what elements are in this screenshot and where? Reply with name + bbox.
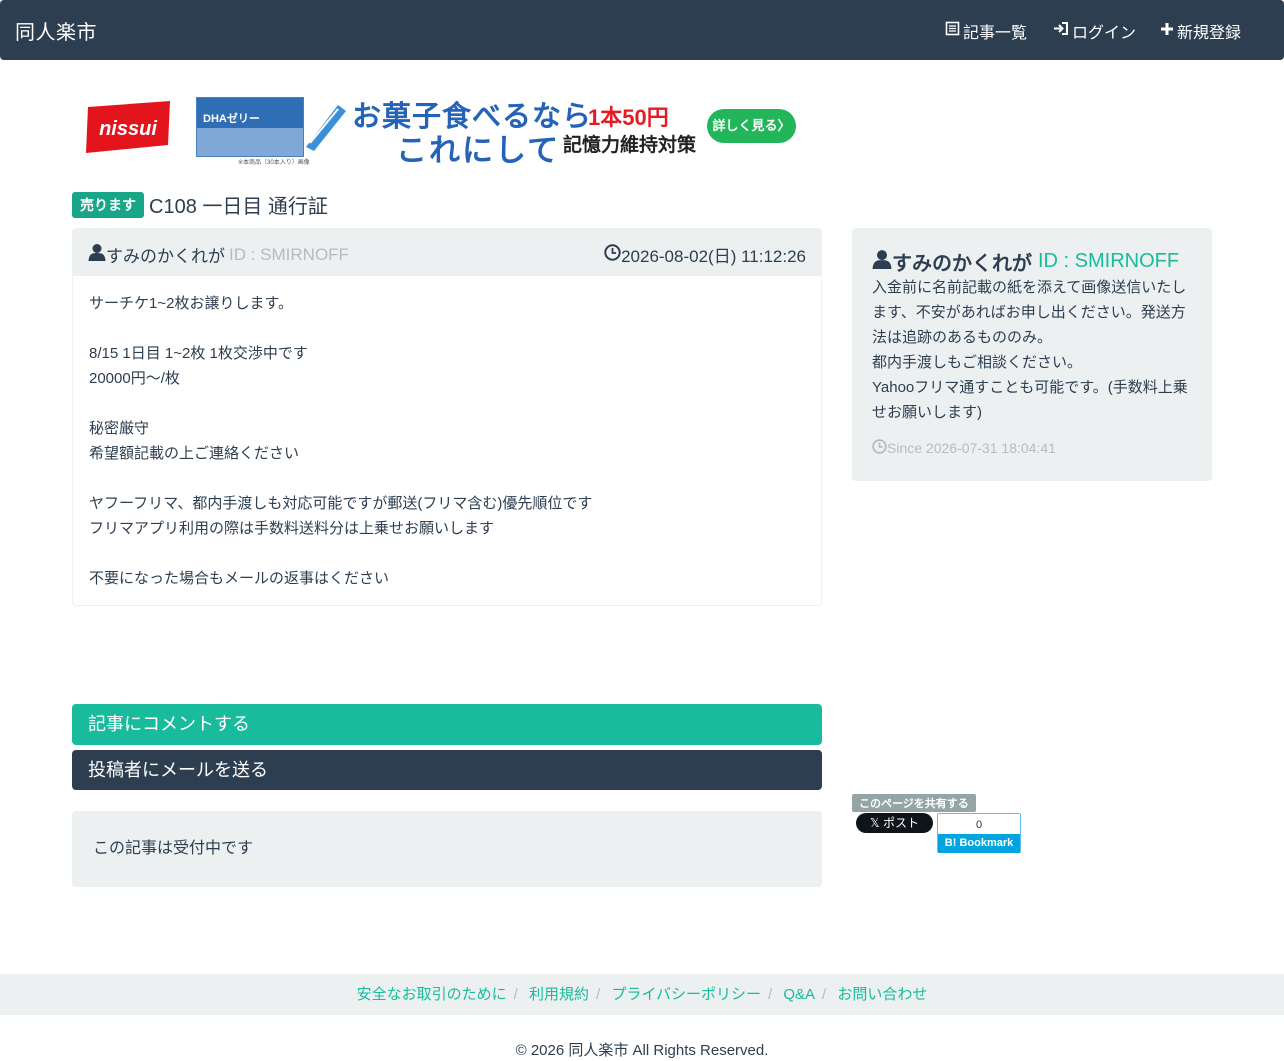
ad-price: 1本50円 xyxy=(588,105,669,130)
clock-icon xyxy=(872,439,887,457)
ad-subtitle: 記憶力維持対策 xyxy=(563,135,697,156)
profile-since-text: Since 2026-07-31 18:04:41 xyxy=(887,440,1056,456)
plus-icon xyxy=(1160,22,1174,41)
ad-product-label: DHAゼリー xyxy=(203,113,260,125)
post-body-line: フリマアプリ利用の際は手数料送料分は上乗せお願いします xyxy=(89,520,495,537)
nav-articles-link[interactable]: 記事一覧 xyxy=(945,19,1027,43)
post-author-id: ID : SMIRNOFF xyxy=(229,244,349,264)
nav-login-label: ログイン xyxy=(1072,25,1137,42)
post-body-line: 20000円〜/枚 xyxy=(89,370,180,387)
post-body-line xyxy=(89,391,592,416)
ad-headline-2: これにして xyxy=(396,133,561,168)
post-date-text: 2026-08-02(日) 11:12:26 xyxy=(621,247,806,266)
footer-link-qa[interactable]: Q&A xyxy=(783,986,815,1003)
copyright: © 2026 同人楽市 All Rights Reserved. xyxy=(515,1042,769,1059)
post-body-line: 不要になった場合もメールの返事はください xyxy=(89,570,390,587)
profile-since: Since 2026-07-31 18:04:41 xyxy=(872,439,1056,457)
navbar: 同人楽市 記事一覧 ログイン 新規登録 xyxy=(0,0,1284,60)
ad-banner[interactable]: nissui DHAゼリー ※本商品（30本入り）画像 お菓子食べるなら これに… xyxy=(80,93,800,168)
post-title-row: 売ります C108 一日目 通行証 xyxy=(72,190,328,219)
post-body-line: サーチケ1~2枚お譲りします。 xyxy=(89,295,293,312)
x-post-button[interactable]: 𝕏 ポスト xyxy=(856,813,933,833)
nissui-logo: nissui xyxy=(86,101,170,153)
ad-product-box: DHAゼリー xyxy=(196,97,304,157)
sell-badge: 売ります xyxy=(72,191,144,218)
post-header: すみのかくれが ID : SMIRNOFF 2026-08-02(日) 11:1… xyxy=(73,229,821,276)
profile-text-paragraph: 入金前に名前記載の紙を添えて画像送信いたします、不安があればお申し出ください。発… xyxy=(872,279,1187,346)
nav-register-link[interactable]: 新規登録 xyxy=(1160,19,1241,43)
site-brand[interactable]: 同人楽市 xyxy=(15,16,97,45)
post-author-name[interactable]: すみのかくれが xyxy=(106,242,225,267)
status-notice: この記事は受付中です xyxy=(72,811,822,887)
user-icon xyxy=(872,249,892,275)
nav-register-label: 新規登録 xyxy=(1177,25,1242,42)
post-body-line: 8/15 1日目 1~2枚 1枚交渉中です xyxy=(89,345,308,362)
profile-text-paragraph: Yahooフリマ通すことも可能です。(手数料上乗せお願いします) xyxy=(872,379,1188,421)
post-title: C108 一日目 通行証 xyxy=(149,196,328,218)
post-body-line xyxy=(89,466,592,491)
hatena-bookmark-button[interactable]: 0 B! Bookmark xyxy=(937,813,1021,853)
post-date: 2026-08-02(日) 11:12:26 xyxy=(604,242,806,267)
clock-icon xyxy=(604,243,621,266)
comment-button[interactable]: 記事にコメントする xyxy=(72,704,822,745)
post-body: サーチケ1~2枚お譲りします。 8/15 1日目 1~2枚 1枚交渉中です 20… xyxy=(89,291,592,591)
user-icon xyxy=(88,243,106,266)
hatena-label-text: Bookmark xyxy=(959,837,1014,849)
post-body-line: ヤフーフリマ、都内手渡しも対応可能ですが郵送(フリマ含む)優先順位です xyxy=(89,495,593,512)
hatena-count: 0 xyxy=(938,814,1020,834)
status-notice-text: この記事は受付中です xyxy=(93,840,254,857)
footer-links: 安全なお取引のために / 利用規約 / プライバシーポリシー / Q&A / お問い合わ… xyxy=(0,974,1284,1015)
footer-link-privacy[interactable]: プライバシーポリシー xyxy=(611,986,761,1003)
share-label: このページを共有する xyxy=(852,794,976,812)
nav-articles-label: 記事一覧 xyxy=(963,25,1028,42)
x-post-label: ポスト xyxy=(883,816,920,830)
post-panel: すみのかくれが ID : SMIRNOFF 2026-08-02(日) 11:1… xyxy=(72,228,822,606)
mail-author-button[interactable]: 投稿者にメールを送る xyxy=(72,750,822,790)
footer-link-safety[interactable]: 安全なお取引のために xyxy=(357,986,507,1003)
footer-link-contact[interactable]: お問い合わせ xyxy=(837,986,927,1003)
post-body-line xyxy=(89,541,592,566)
post-body-line: 希望額記載の上ご連絡ください xyxy=(89,445,300,462)
ad-tiny-note: ※本商品（30本入り）画像 xyxy=(238,160,310,166)
profile-author-name[interactable]: すみのかくれが xyxy=(892,247,1032,276)
hatena-b-icon: B! xyxy=(944,837,960,849)
profile-author: すみのかくれが ID : SMIRNOFF xyxy=(872,247,1179,276)
hatena-label: B! Bookmark xyxy=(938,834,1020,853)
svg-text:nissui: nissui xyxy=(99,118,157,140)
list-icon xyxy=(945,21,960,41)
post-body-line xyxy=(89,316,592,341)
profile-text-paragraph: 都内手渡しもご相談ください。 xyxy=(872,354,1083,371)
jelly-stick-image xyxy=(306,105,346,151)
post-body-line: 秘密厳守 xyxy=(89,420,150,437)
footer-link-terms[interactable]: 利用規約 xyxy=(529,986,589,1003)
profile-panel: すみのかくれが ID : SMIRNOFF 入金前に名前記載の紙を添えて画像送信… xyxy=(852,228,1212,481)
ad-details-button[interactable]: 詳しく見る〉 xyxy=(707,109,796,143)
profile-text: 入金前に名前記載の紙を添えて画像送信いたします、不安があればお申し出ください。発… xyxy=(872,275,1196,425)
login-icon xyxy=(1053,21,1069,41)
x-logo-icon: 𝕏 xyxy=(869,816,883,830)
nav-login-link[interactable]: ログイン xyxy=(1053,19,1136,43)
profile-author-id: ID : SMIRNOFF xyxy=(1038,250,1180,272)
post-author: すみのかくれが ID : SMIRNOFF xyxy=(88,242,349,267)
